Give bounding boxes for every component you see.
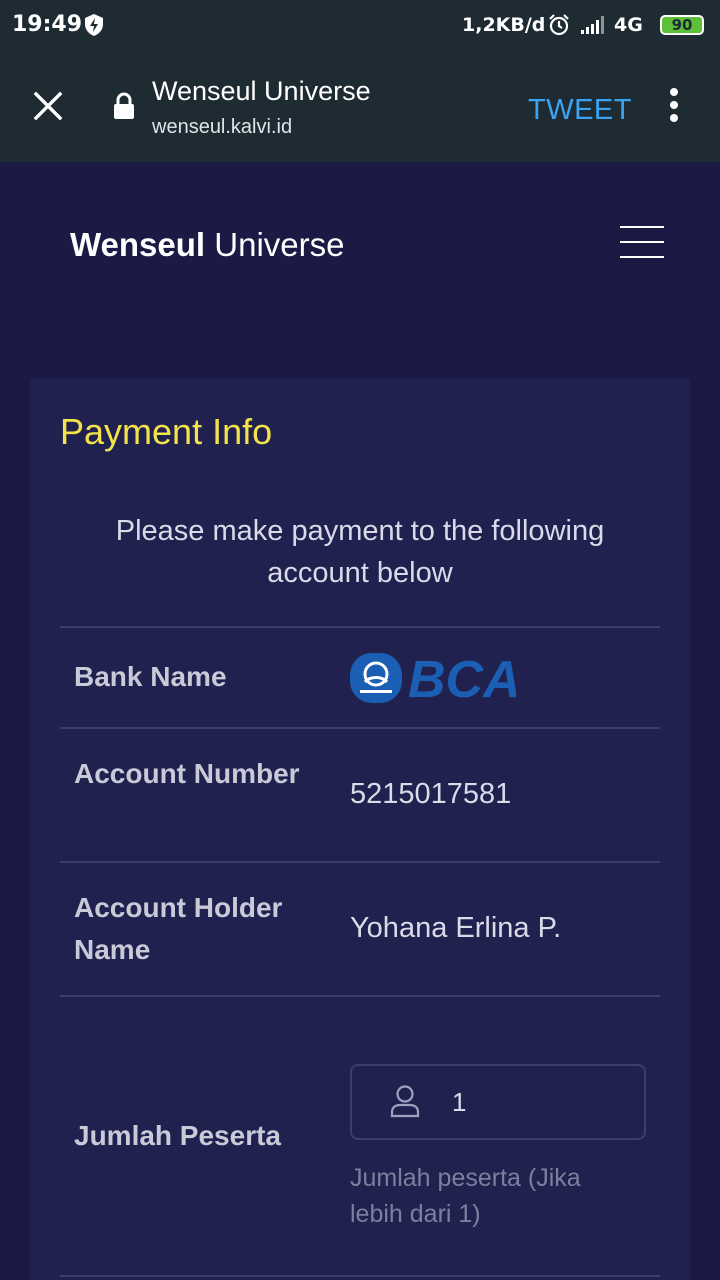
battery-icon: 90 bbox=[660, 15, 704, 35]
account-number-value: 5215017581 bbox=[350, 778, 512, 810]
participants-hint: Jumlah peserta (Jika lebih dari 1) bbox=[350, 1164, 581, 1228]
browser-url: wenseul.kalvi.id bbox=[152, 116, 293, 138]
status-bar: 19:49 1,2KB/d 4G 90 bbox=[0, 0, 720, 52]
account-number-label: Account Number bbox=[74, 758, 300, 789]
account-holder-value: Yohana Erlina P. bbox=[350, 912, 562, 944]
alarm-icon bbox=[547, 13, 571, 42]
hamburger-menu-icon[interactable] bbox=[620, 224, 664, 260]
divider bbox=[60, 626, 660, 628]
site-title-bold: Wenseul bbox=[70, 226, 206, 263]
shield-bolt-icon bbox=[84, 13, 104, 42]
divider bbox=[60, 995, 660, 997]
divider bbox=[60, 861, 660, 863]
account-holder-label: Account Holder Name bbox=[74, 892, 283, 965]
browser-page-title: Wenseul Universe bbox=[152, 76, 371, 106]
site-title[interactable]: Wenseul Universe bbox=[70, 226, 344, 264]
participants-label: Jumlah Peserta bbox=[74, 1120, 281, 1151]
payment-info-card: Payment Info Please make payment to the … bbox=[30, 378, 690, 1280]
divider bbox=[60, 727, 660, 729]
signal-icon bbox=[580, 15, 610, 40]
status-time: 19:49 bbox=[12, 12, 83, 37]
payment-info-heading: Payment Info bbox=[60, 411, 273, 452]
lock-icon bbox=[112, 92, 136, 125]
tweet-button[interactable]: TWEET bbox=[528, 94, 632, 127]
bca-logo: BCA bbox=[350, 651, 521, 709]
payment-instructions: Please make payment to the following acc… bbox=[115, 515, 605, 589]
close-icon[interactable] bbox=[32, 90, 64, 122]
battery-level: 90 bbox=[671, 16, 693, 34]
user-icon bbox=[390, 1084, 420, 1123]
overflow-menu-icon[interactable] bbox=[660, 88, 688, 126]
site-title-rest: Universe bbox=[214, 226, 345, 263]
bank-name-label: Bank Name bbox=[74, 661, 227, 692]
divider bbox=[60, 1275, 660, 1277]
svg-text:BCA: BCA bbox=[408, 652, 516, 704]
participants-input[interactable] bbox=[452, 1084, 602, 1120]
browser-toolbar: Wenseul Universe wenseul.kalvi.id TWEET bbox=[0, 52, 720, 162]
network-speed: 1,2KB/d bbox=[462, 14, 546, 36]
participants-field[interactable] bbox=[350, 1064, 646, 1140]
network-type: 4G bbox=[614, 14, 643, 36]
